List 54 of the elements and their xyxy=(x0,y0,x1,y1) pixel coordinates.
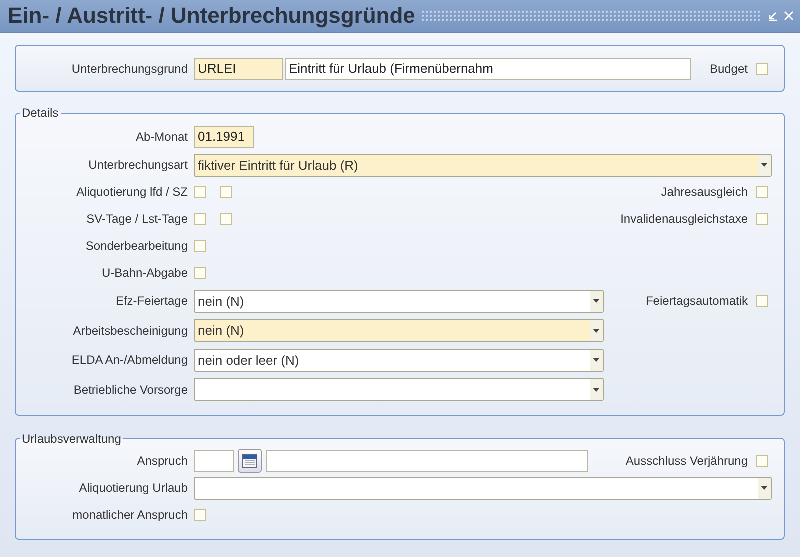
code-field[interactable]: URLEI xyxy=(194,58,283,80)
checkbox-label: Feiertagsautomatik xyxy=(646,294,748,308)
caret-icon xyxy=(593,299,600,304)
field-label: monatlicher Anspruch xyxy=(72,508,188,522)
dropdown[interactable]: nein (N) xyxy=(194,319,604,342)
checkbox-label: Invalidenausgleichstaxe xyxy=(620,212,748,226)
checkbox[interactable] xyxy=(756,62,768,74)
close-icon[interactable] xyxy=(784,11,794,21)
field-label: Sonderbearbeitung xyxy=(84,239,188,253)
field-label: ELDA An-/Abmeldung xyxy=(70,353,188,368)
caret-icon xyxy=(593,358,600,362)
dropdown[interactable]: fiktiver Eintritt für Urlaub (R) xyxy=(194,154,772,176)
group-title: Details xyxy=(21,106,60,120)
checkbox[interactable] xyxy=(194,213,206,225)
field-label: Ab-Monat xyxy=(134,130,188,144)
checkbox[interactable] xyxy=(220,213,232,225)
collapse-icon[interactable] xyxy=(768,11,778,21)
checkbox[interactable] xyxy=(194,267,206,279)
checkbox[interactable] xyxy=(756,295,768,308)
dropdown[interactable]: nein oder leer (N) xyxy=(194,348,604,372)
checkbox[interactable] xyxy=(194,186,206,198)
caret-icon xyxy=(761,486,768,490)
month-field[interactable]: 01.1991 xyxy=(194,126,254,148)
caret-icon xyxy=(593,328,600,333)
field-label: Aliquotierung Urlaub xyxy=(78,481,188,495)
field-label: Efz-Feiertage xyxy=(114,294,188,308)
caret-icon xyxy=(761,163,768,167)
window-title: Ein- / Austritt- / Unterbrechungsgründe xyxy=(8,3,416,29)
calendar-button[interactable] xyxy=(238,449,262,473)
dropdown[interactable]: nein (N) xyxy=(194,290,604,313)
checkbox[interactable] xyxy=(756,455,768,467)
checkbox-label: Ausschluss Verjährung xyxy=(626,454,748,468)
field-label: U-Bahn-Abgabe xyxy=(100,266,188,280)
field-label: Anspruch xyxy=(136,454,188,468)
checkbox[interactable] xyxy=(194,240,206,252)
input-field[interactable] xyxy=(194,450,234,472)
field-label: Unterbrechungsgrund xyxy=(70,62,188,76)
checkbox-label: Budget xyxy=(710,62,748,76)
input-field[interactable] xyxy=(266,450,588,472)
description-field[interactable]: Eintritt für Urlaub (Firmenübernahm xyxy=(285,58,691,80)
caret-icon xyxy=(593,388,600,392)
field-label: Unterbrechungsart xyxy=(88,158,188,172)
checkbox[interactable] xyxy=(220,186,232,198)
field-label: Betriebliche Vorsorge xyxy=(72,382,188,397)
calendar-icon xyxy=(242,453,258,469)
field-label: Aliquotierung lfd / SZ xyxy=(76,185,188,199)
checkbox-label: Jahresausgleich xyxy=(661,185,748,199)
checkbox[interactable] xyxy=(756,213,768,225)
field-label: SV-Tage / Lst-Tage xyxy=(86,212,188,226)
checkbox[interactable] xyxy=(756,186,768,198)
checkbox[interactable] xyxy=(194,509,206,521)
group-title: Urlaubsverwaltung xyxy=(21,432,122,446)
field-label: Arbeitsbescheinigung xyxy=(72,324,188,338)
dropdown[interactable] xyxy=(194,378,604,402)
